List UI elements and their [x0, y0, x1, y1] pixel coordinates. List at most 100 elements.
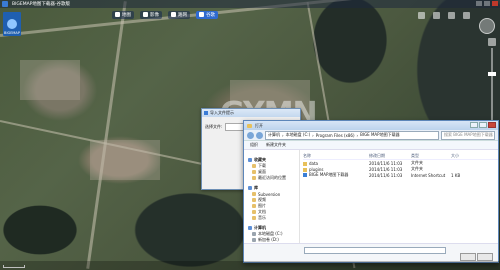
- road-icon: [171, 12, 176, 17]
- nav-item[interactable]: 音乐: [248, 215, 299, 221]
- app-icon: [2, 1, 8, 7]
- tool-google[interactable]: 谷歌: [196, 10, 218, 19]
- settings-icon[interactable]: [463, 12, 470, 19]
- map-type-toolbar: 地图 影像 路网 谷歌: [112, 9, 218, 20]
- open-button[interactable]: [460, 253, 476, 261]
- explorer-window-controls: [470, 122, 496, 128]
- minimize-icon[interactable]: [470, 122, 478, 128]
- satellite-icon: [143, 12, 148, 17]
- cell-size: 1 KB: [451, 172, 461, 178]
- breadcrumb[interactable]: 计算机: [268, 132, 280, 138]
- cell-date: 2014/11/6 11:03: [369, 166, 403, 172]
- tool-label: 路网: [178, 12, 187, 18]
- folder-icon: [303, 161, 307, 166]
- app-logo: BIGEMAP: [3, 12, 21, 36]
- draw-icon[interactable]: [433, 12, 440, 19]
- folder-icon: [252, 238, 256, 242]
- compass-icon[interactable]: [479, 18, 495, 34]
- import-dialog-titlebar: 导入文件提示: [202, 109, 300, 117]
- folder-icon: [252, 164, 256, 168]
- folder-icon: [252, 170, 256, 174]
- cell-name: plugins: [303, 167, 369, 172]
- nav-item-label: 最近访问的位置: [258, 175, 286, 180]
- close-icon[interactable]: [492, 1, 498, 6]
- zoom-thumb[interactable]: [488, 72, 496, 76]
- logo-label: BIGEMAP: [4, 31, 20, 35]
- column-size[interactable]: 大小: [451, 153, 471, 159]
- tool-satellite[interactable]: 影像: [140, 10, 162, 19]
- zoom-slider[interactable]: [488, 48, 496, 128]
- explorer-body: 收藏夹 下载 桌面 最近访问的位置库 Subversion 视频 图片 文档 音乐 计算机 本地磁盘…: [244, 150, 498, 254]
- measure-icon[interactable]: [418, 12, 425, 19]
- dialog-icon: [204, 111, 208, 115]
- search-input[interactable]: 搜索 BIGE MAP地图下载器: [441, 130, 495, 140]
- map-icon: [115, 12, 120, 17]
- organize-button[interactable]: 组织: [250, 142, 258, 148]
- section-icon: [248, 226, 252, 230]
- map-road: [86, 1, 127, 269]
- section-icon: [248, 186, 252, 190]
- explorer-titlebar: 打开: [244, 121, 498, 130]
- tool-label: 谷歌: [206, 12, 215, 18]
- file-open-dialog: 打开 计算机 › 本地磁盘 (C:) › Program Files (x86) › …: [243, 120, 499, 263]
- file-rows: data 2014/11/6 11:03 文件夹 plugins 2014/11/6 1…: [303, 160, 498, 178]
- breadcrumb[interactable]: 本地磁盘 (C:): [286, 132, 311, 138]
- folder-icon: [252, 192, 256, 196]
- tool-label: 地图: [122, 12, 131, 18]
- forward-icon[interactable]: [256, 131, 263, 139]
- tool-label: 影像: [150, 12, 159, 18]
- section-icon: [248, 158, 252, 162]
- globe-icon: [7, 19, 17, 29]
- folder-icon: [303, 167, 307, 172]
- folder-icon: [252, 216, 256, 220]
- maximize-icon[interactable]: [479, 122, 487, 128]
- cell-date: 2014/11/6 11:03: [369, 172, 403, 178]
- zoom-in-icon[interactable]: [488, 38, 496, 46]
- cell-type: Internet Shortcut: [411, 172, 446, 178]
- folder-icon: [252, 198, 256, 202]
- cell-type: 文件夹: [411, 166, 423, 171]
- file-list: 名称 修改日期 类型 大小 data 2014/11/6 11:03 文件夹 plug…: [300, 150, 498, 243]
- maximize-icon[interactable]: [484, 1, 490, 6]
- column-date[interactable]: 修改日期: [369, 153, 411, 159]
- minimize-icon[interactable]: [476, 1, 482, 6]
- navigation-pane: 收藏夹 下载 桌面 最近访问的位置库 Subversion 视频 图片 文档 音乐 计算机 本地磁盘…: [244, 150, 300, 254]
- new-folder-button[interactable]: 新建文件夹: [266, 142, 286, 148]
- google-icon: [199, 12, 204, 17]
- list-header: 名称 修改日期 类型 大小: [303, 153, 498, 160]
- explorer-title: 打开: [255, 122, 263, 128]
- cell-name: data: [303, 161, 369, 166]
- folder-icon: [252, 176, 256, 180]
- nav-item-label: 库: [254, 185, 258, 190]
- table-row[interactable]: BIGE MAP地图下载器 2014/11/6 11:03 Internet Sho…: [303, 172, 498, 178]
- urban-area: [20, 60, 80, 100]
- map-right-tools: [418, 12, 470, 19]
- nav-item-label: 音乐: [258, 215, 266, 220]
- nav-item-label: Subversion: [258, 191, 281, 197]
- back-icon[interactable]: [247, 131, 254, 139]
- dialog-title: 导入文件提示: [210, 110, 234, 115]
- address-bar[interactable]: 计算机 › 本地磁盘 (C:) › Program Files (x86) › BIG…: [265, 130, 439, 140]
- file-label: 选择文件:: [205, 124, 223, 129]
- file-name: plugins: [309, 166, 324, 172]
- shortcut-icon: [303, 173, 307, 177]
- folder-icon: [252, 210, 256, 214]
- explorer-footer: [244, 243, 498, 262]
- column-type[interactable]: 类型: [411, 153, 451, 159]
- close-icon[interactable]: [488, 122, 496, 128]
- file-name: BIGE MAP地图下载器: [309, 172, 349, 177]
- cancel-button[interactable]: [477, 253, 493, 261]
- tool-roads[interactable]: 路网: [168, 10, 190, 19]
- explorer-toolbar: 组织 新建文件夹: [244, 141, 498, 150]
- folder-icon: [252, 232, 256, 236]
- nav-item[interactable]: 最近访问的位置: [248, 175, 299, 181]
- tool-map[interactable]: 地图: [112, 10, 134, 19]
- column-name[interactable]: 名称: [303, 153, 369, 159]
- breadcrumb[interactable]: BIGE MAP地图下载器: [360, 132, 399, 138]
- folder-icon: [247, 123, 252, 128]
- status-bar: [0, 261, 500, 270]
- filename-input[interactable]: [304, 247, 446, 254]
- download-icon[interactable]: [448, 12, 455, 19]
- breadcrumb[interactable]: Program Files (x86): [316, 133, 355, 138]
- file-name: data: [309, 160, 319, 166]
